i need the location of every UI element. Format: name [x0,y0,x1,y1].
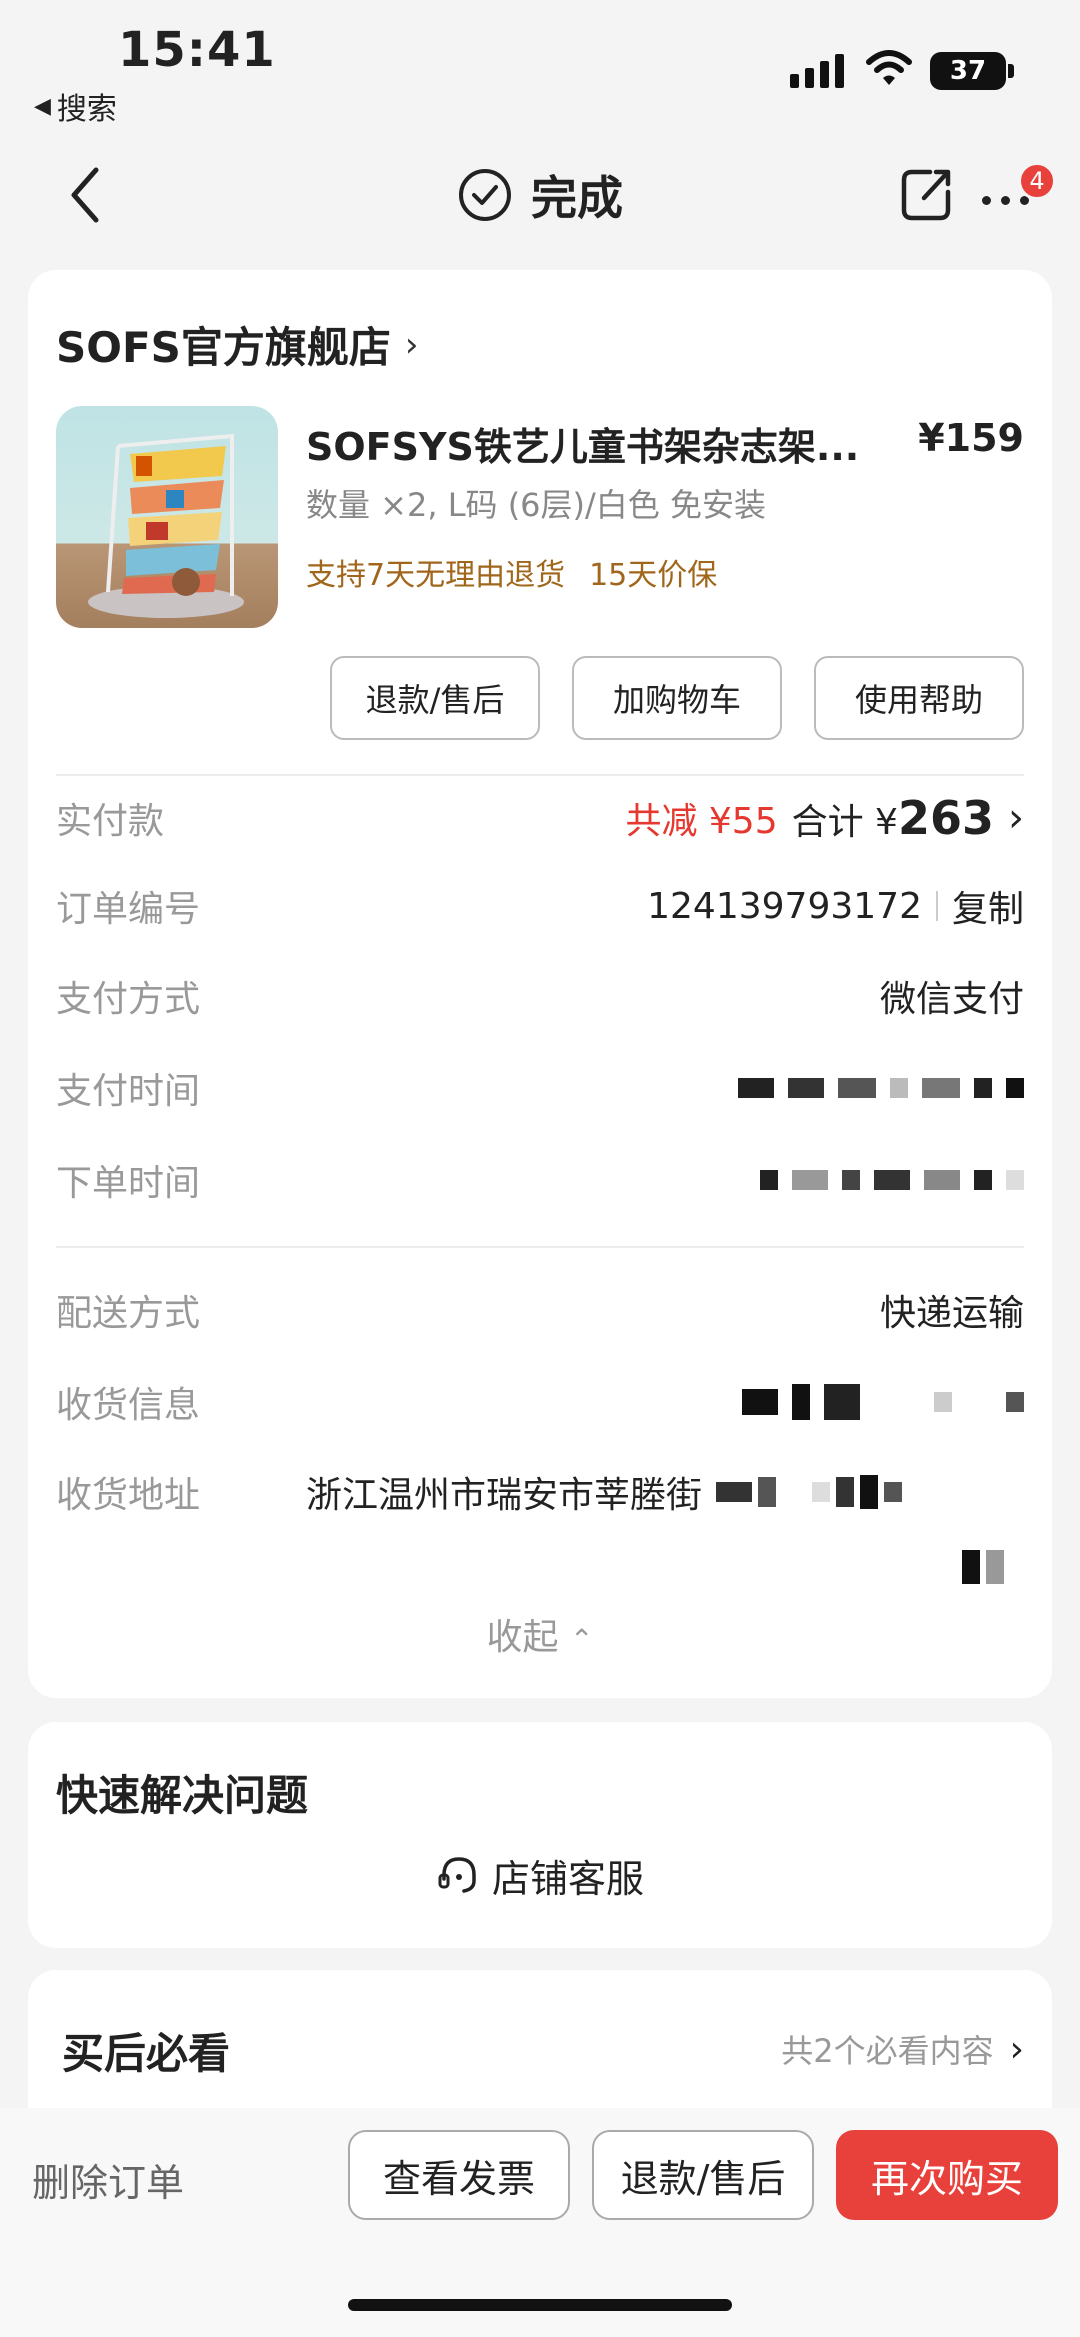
pay-method-label: 支付方式 [56,979,201,1020]
order-card: SOFS官方旗舰店 › SOFSYS铁艺儿童书架杂志架... ¥159 数量 ×… [28,270,1052,1698]
more-dots-icon [982,196,1029,205]
chevron-right-icon: › [404,324,419,365]
add-cart-button[interactable]: 加购物车 [572,656,782,740]
separator [935,891,938,921]
refund-button[interactable]: 退款/售后 [330,656,540,740]
delivery-value: 快递运输 [879,1293,1024,1334]
product-actions: 退款/售后 加购物车 使用帮助 [330,656,1024,740]
rebuy-button[interactable]: 再次购买 [836,2130,1058,2220]
check-circle-icon [459,169,511,221]
pay-time-label: 支付时间 [56,1071,201,1112]
product-name[interactable]: SOFSYS铁艺儿童书架杂志架... [306,416,859,471]
collapse-label: 收起 [486,1617,559,1658]
collapse-button[interactable]: 收起 ⌃ [28,1608,1052,1660]
total-prefix: 合计 ¥ [791,802,898,843]
notification-badge: 4 [1018,162,1056,200]
order-time-label: 下单时间 [56,1163,201,1204]
back-to-app[interactable]: ◀ 搜索 [34,84,117,128]
share-icon[interactable] [900,166,954,222]
address-redacted-line2 [962,1550,1004,1584]
divider [56,1246,1024,1248]
wifi-icon [866,50,912,85]
order-number-value: 124139793172 [647,885,922,927]
receiver-label: 收货信息 [56,1385,201,1426]
shop-service-label: 店铺客服 [491,1857,644,1901]
product-price: ¥159 [918,416,1024,460]
shop-name: SOFS官方旗舰店 [56,323,391,372]
quick-help-title: 快速解决问题 [56,1771,309,1820]
bottom-refund-button[interactable]: 退款/售后 [592,2130,814,2220]
address-redacted [716,1475,903,1509]
pay-time-row: 支付时间 [56,1058,1024,1118]
receiver-row: 收货信息 [56,1372,1024,1432]
receiver-redacted [742,1384,1024,1420]
pay-method-row: 支付方式 微信支付 [56,966,1024,1026]
delete-order-button[interactable]: 删除订单 [32,2152,184,2207]
delivery-label: 配送方式 [56,1293,201,1334]
home-indicator [348,2299,732,2311]
paid-label: 实付款 [56,801,165,842]
total-amount: 合计 ¥263 [792,791,994,845]
order-number-row: 订单编号 124139793172 复制 [56,876,1024,936]
product-spec: 数量 ×2, L码 (6层)/白色 免安装 [306,486,766,524]
delivery-row: 配送方式 快递运输 [56,1280,1024,1340]
address-label: 收货地址 [56,1475,201,1516]
battery-tip [1008,64,1014,78]
clock: 15:41 [118,22,276,78]
address-row: 收货地址 浙江温州市瑞安市莘塍街 [56,1462,1024,1522]
page-title-text: 完成 [531,171,623,225]
shop-link[interactable]: SOFS官方旗舰店 › [56,314,419,375]
back-app-label: 搜索 [56,92,117,127]
copy-button[interactable]: 复制 [952,880,1024,932]
product-image[interactable] [56,406,278,628]
signal-icon [790,52,844,88]
paid-row[interactable]: 实付款 共减 ¥55 合计 ¥263 › [56,788,1024,848]
order-time-redacted [760,1170,1024,1190]
quick-help-card: 快速解决问题 店铺客服 [28,1722,1052,1948]
after-sale-count: 共2个必看内容 [781,2032,994,2070]
back-triangle-icon: ◀ [34,93,51,119]
after-sale-title: 买后必看 [62,2029,231,2078]
divider [56,774,1024,776]
status-bar: 15:41 ◀ 搜索 37 [0,0,1080,140]
more-button[interactable]: 4 [978,162,1056,226]
return-guarantee: 支持7天无理由退货 [306,558,566,593]
bookshelf-illustration [88,433,244,618]
invoice-button[interactable]: 查看发票 [348,2130,570,2220]
after-sale-more[interactable]: 共2个必看内容 › [781,2026,1024,2072]
pay-method-value: 微信支付 [879,979,1024,1020]
help-button[interactable]: 使用帮助 [814,656,1024,740]
pay-time-redacted [738,1078,1024,1098]
shop-service-button[interactable]: 店铺客服 [28,1848,1052,1903]
discount-text: 共减 ¥55 [625,801,778,842]
address-value: 浙江温州市瑞安市莘塍街 [306,1475,703,1516]
chevron-up-icon: ⌃ [570,1623,594,1656]
nav-bar: 完成 4 [0,140,1080,250]
chevron-right-icon: › [1009,2028,1024,2070]
headset-icon [438,1856,476,1893]
order-number-label: 订单编号 [56,889,201,930]
price-protect: 15天价保 [589,558,718,593]
chevron-right-icon: › [1008,795,1024,841]
order-time-row: 下单时间 [56,1150,1024,1210]
guarantee-tags: 支持7天无理由退货 15天价保 [306,550,717,594]
battery-icon: 37 [930,52,1006,90]
total-value: 263 [897,791,994,845]
